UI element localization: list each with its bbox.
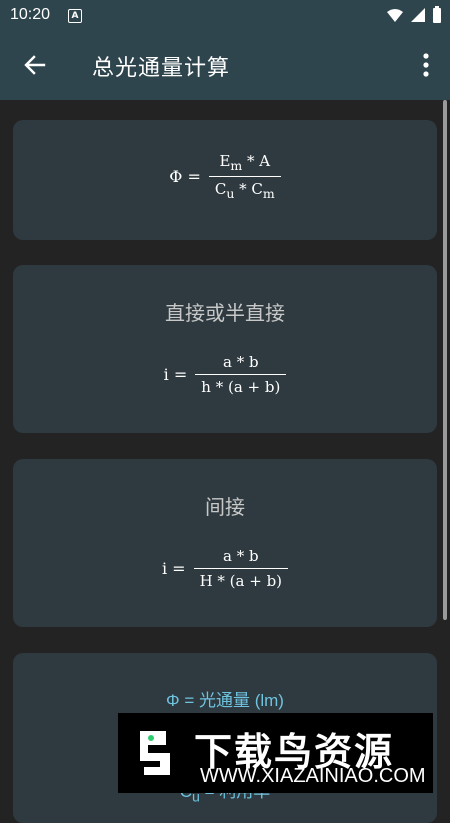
formula-card-total: Φ = Em * A Cu * Cm	[13, 120, 437, 240]
formula-numerator: a * b	[223, 547, 259, 565]
watermark-banner: 下载鸟资源 WWW.XIAZAINIAO.COM	[118, 713, 433, 793]
scrollbar[interactable]	[443, 100, 447, 620]
bird-logo-icon	[140, 731, 170, 775]
formula-denominator: h * (a + b)	[201, 378, 281, 396]
formula-lhs: Φ =	[169, 167, 201, 186]
formula-fraction: a * b h * (a + b)	[195, 353, 287, 396]
formula-fraction: a * b H * (a + b)	[193, 547, 289, 590]
banner-url: WWW.XIAZAINIAO.COM	[200, 765, 426, 787]
page-title: 总光通量计算	[92, 56, 231, 81]
fraction-bar	[193, 568, 289, 569]
formula-fraction: Em * A Cu * Cm	[208, 152, 281, 201]
back-arrow-icon[interactable]	[22, 52, 48, 78]
status-time: 10:20	[10, 6, 51, 23]
formula-room-index-indirect: i = a * b H * (a + b)	[13, 547, 437, 590]
fraction-bar	[195, 374, 287, 375]
card-title-indirect: 间接	[205, 495, 245, 519]
notification-icon: A	[68, 9, 82, 23]
formula-denominator: Cu * Cm	[214, 180, 275, 201]
definition-flux: Φ = 光通量 (lm)	[166, 691, 284, 710]
app-bar: 总光通量计算	[0, 32, 450, 100]
more-options-icon[interactable]	[422, 52, 430, 78]
formula-lhs: i =	[161, 559, 186, 578]
formula-denominator: H * (a + b)	[199, 572, 283, 590]
status-bar: 10:20 A	[0, 0, 450, 32]
formula-total-flux: Φ = Em * A Cu * Cm	[13, 152, 437, 201]
status-icons	[386, 6, 442, 24]
formula-numerator: Em * A	[219, 152, 271, 173]
formula-room-index-direct: i = a * b h * (a + b)	[13, 353, 437, 396]
battery-icon	[433, 6, 441, 23]
wifi-icon	[387, 9, 403, 22]
card-title-direct: 直接或半直接	[165, 301, 285, 325]
signal-icon	[411, 8, 425, 22]
formula-lhs: i =	[163, 365, 188, 384]
formula-card-direct: 直接或半直接 i = a * b h * (a + b)	[13, 265, 437, 433]
formula-card-indirect: 间接 i = a * b H * (a + b)	[13, 459, 437, 627]
formula-numerator: a * b	[223, 353, 259, 371]
fraction-bar	[208, 176, 281, 177]
